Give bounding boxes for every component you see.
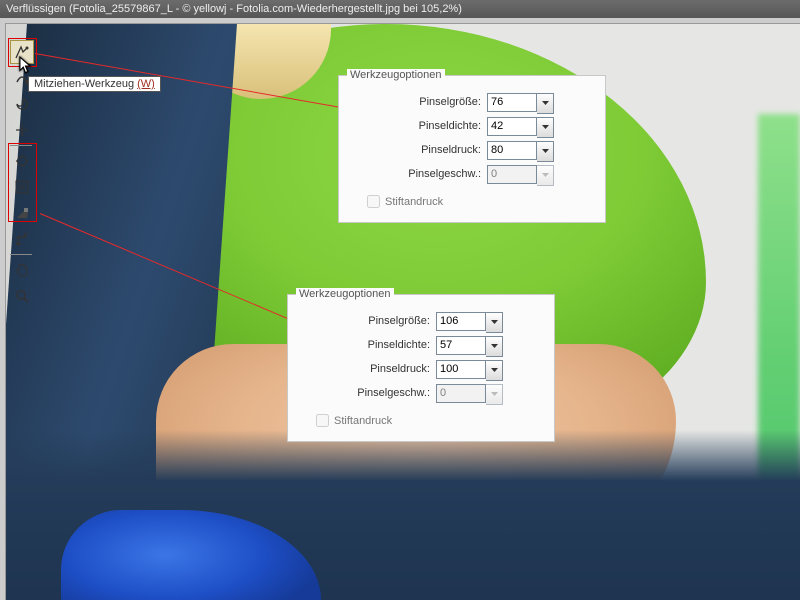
- stylus-pressure-checkbox: [316, 414, 329, 427]
- opt-label: Pinselgröße:: [353, 96, 487, 108]
- opt-label: Pinseldichte:: [302, 339, 436, 351]
- spinner-button[interactable]: [486, 336, 503, 357]
- tool-options-panel: Werkzeugoptionen Pinselgröße: Pinseldich…: [338, 75, 606, 223]
- tool-pucker[interactable]: [10, 118, 34, 142]
- opt-label: Pinseldruck:: [353, 144, 487, 156]
- brush-size-input[interactable]: [436, 312, 486, 331]
- brush-rate-input: [436, 384, 486, 403]
- tool-bloat[interactable]: [10, 149, 34, 173]
- brush-size-input[interactable]: [487, 93, 537, 112]
- brush-density-input[interactable]: [436, 336, 486, 355]
- tooltip-label: Mitziehen-Werkzeug: [34, 78, 137, 90]
- spinner-button[interactable]: [537, 93, 554, 114]
- tool-push-left[interactable]: [10, 175, 34, 199]
- window-title: Verflüssigen (Fotolia_25579867_L - © yel…: [0, 0, 800, 18]
- opt-label: Pinselgeschw.:: [353, 168, 487, 180]
- tool-options-panel: Werkzeugoptionen Pinselgröße: Pinseldich…: [287, 294, 555, 442]
- panel-legend: Werkzeugoptionen: [347, 69, 445, 81]
- brush-pressure-input[interactable]: [436, 360, 486, 379]
- tool-twirl[interactable]: [10, 92, 34, 116]
- spinner-button[interactable]: [486, 360, 503, 381]
- spinner-button[interactable]: [486, 312, 503, 333]
- brush-density-input[interactable]: [487, 117, 537, 136]
- tool-hand[interactable]: [10, 258, 34, 282]
- workspace: Mitziehen-Werkzeug (W) Werkzeugoptionen …: [0, 18, 800, 600]
- brush-pressure-input[interactable]: [487, 141, 537, 160]
- opt-label: Pinselgröße:: [302, 315, 436, 327]
- tool-tooltip: Mitziehen-Werkzeug (W): [28, 76, 161, 92]
- opt-label: Pinselgeschw.:: [302, 387, 436, 399]
- tool-turbulence[interactable]: [10, 227, 34, 251]
- spinner-button[interactable]: [537, 117, 554, 138]
- tool-zoom[interactable]: [10, 284, 34, 308]
- opt-label: Pinseldruck:: [302, 363, 436, 375]
- tool-forward-warp[interactable]: [10, 40, 34, 64]
- spinner-button: [486, 384, 503, 405]
- stylus-pressure-checkbox: [367, 195, 380, 208]
- spinner-button[interactable]: [537, 141, 554, 162]
- brush-rate-input: [487, 165, 537, 184]
- spinner-button: [537, 165, 554, 186]
- stylus-pressure-label: Stiftandruck: [385, 196, 443, 208]
- tooltip-hotkey: (W): [137, 78, 155, 90]
- stylus-pressure-label: Stiftandruck: [334, 415, 392, 427]
- opt-label: Pinseldichte:: [353, 120, 487, 132]
- panel-legend: Werkzeugoptionen: [296, 288, 394, 300]
- tool-mirror[interactable]: [10, 201, 34, 225]
